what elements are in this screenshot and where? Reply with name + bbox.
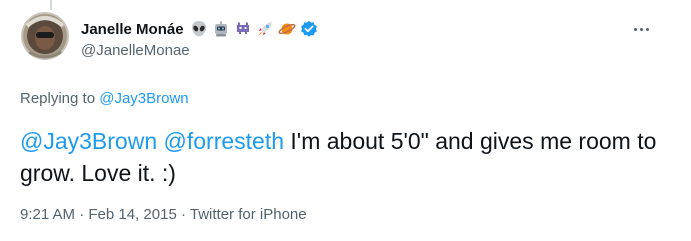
mention-link[interactable]: @Jay3Brown [20, 128, 157, 154]
tweet-date-link[interactable]: Feb 14, 2015 [88, 206, 176, 223]
author-display-name[interactable]: Janelle Monáe [81, 21, 184, 38]
space-invader-emoji [234, 20, 252, 38]
mention-link[interactable]: @forresteth [164, 128, 285, 154]
tweet-text: @Jay3Brown @forresteth I'm about 5'0" an… [20, 125, 670, 189]
author-name-row[interactable]: Janelle Monáe [81, 19, 318, 39]
thread-connector-line [50, 0, 52, 10]
meta-separator: · [180, 206, 186, 223]
alien-emoji [190, 20, 208, 38]
tweet: Janelle Monáe @JanelleMonae Replying to … [0, 0, 691, 241]
replying-to: Replying to @Jay3Brown [20, 90, 189, 107]
author-handle[interactable]: @JanelleMonae [81, 42, 190, 59]
verified-badge-icon [300, 20, 318, 38]
tweet-source-link[interactable]: Twitter for iPhone [190, 206, 307, 223]
meta-separator: · [79, 206, 85, 223]
planet-emoji [278, 20, 296, 38]
more-options-icon[interactable] [634, 26, 654, 32]
replying-to-label: Replying to [20, 90, 96, 107]
avatar[interactable] [21, 12, 69, 60]
replying-to-handle-link[interactable]: @Jay3Brown [99, 90, 188, 107]
tweet-time-link[interactable]: 9:21 AM [20, 206, 75, 223]
rocket-emoji [256, 20, 274, 38]
tweet-metadata: 9:21 AM · Feb 14, 2015 · Twitter for iPh… [20, 206, 307, 223]
robot-emoji [212, 20, 230, 38]
